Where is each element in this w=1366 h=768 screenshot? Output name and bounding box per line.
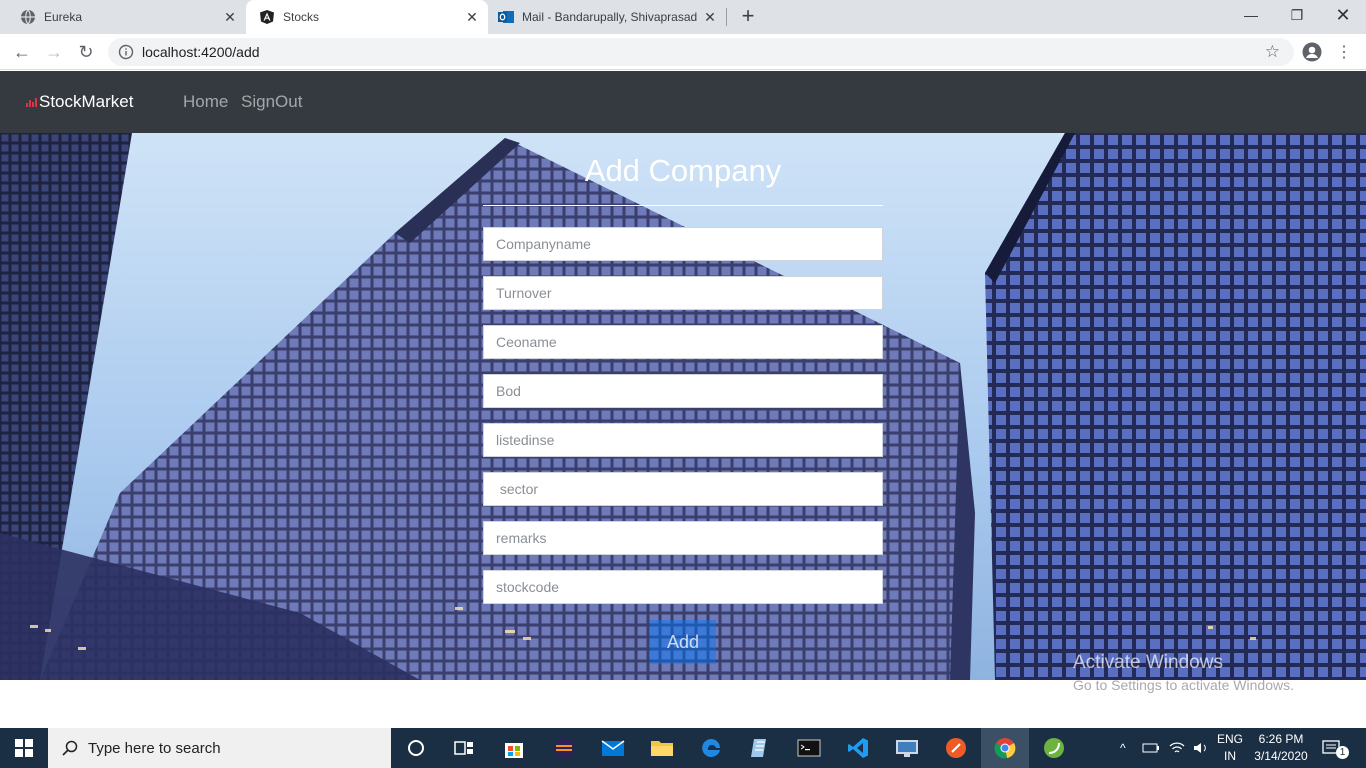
tab-separator bbox=[726, 8, 727, 26]
vscode-icon[interactable] bbox=[834, 728, 882, 768]
companyname-input[interactable] bbox=[483, 227, 883, 261]
region-code: IN bbox=[1224, 749, 1236, 763]
add-company-section: Add Company Add bbox=[0, 133, 1366, 680]
notepad-icon[interactable] bbox=[736, 728, 784, 768]
search-placeholder: Type here to search bbox=[88, 739, 221, 757]
start-button[interactable] bbox=[0, 728, 48, 768]
form-title: Add Company bbox=[584, 153, 782, 188]
windows-taskbar: Type here to search ^ ENG IN 6:26 PM 3/1… bbox=[0, 728, 1366, 768]
action-center-icon[interactable]: 1 bbox=[1322, 728, 1349, 768]
close-tab-icon[interactable]: ✕ bbox=[222, 9, 238, 25]
command-prompt-icon[interactable] bbox=[785, 728, 833, 768]
tab-mail[interactable]: Mail - Bandarupally, Shivaprasad ✕ bbox=[488, 0, 726, 34]
battery-icon[interactable] bbox=[1142, 728, 1160, 768]
bod-input[interactable] bbox=[483, 374, 883, 408]
postman-icon[interactable] bbox=[932, 728, 980, 768]
nav-home-link[interactable]: Home bbox=[183, 92, 228, 112]
file-explorer-icon[interactable] bbox=[638, 728, 686, 768]
clock-time: 6:26 PM bbox=[1258, 732, 1304, 746]
system-clock[interactable]: 6:26 PM 3/14/2020 bbox=[1246, 731, 1316, 765]
chrome-icon[interactable] bbox=[981, 728, 1029, 768]
url-text: localhost:4200/add bbox=[142, 44, 260, 60]
tab-title: Stocks bbox=[283, 10, 320, 24]
bar-chart-icon bbox=[26, 97, 38, 107]
browser-tab-strip: Eureka ✕ Stocks ✕ Mail - Bandarupally, S… bbox=[0, 0, 1366, 34]
input-language-indicator[interactable]: ENG IN bbox=[1212, 731, 1248, 765]
close-tab-icon[interactable]: ✕ bbox=[464, 9, 480, 25]
brand-link[interactable]: StockMarket bbox=[26, 92, 133, 112]
globe-icon bbox=[20, 9, 36, 25]
show-hidden-icons[interactable]: ^ bbox=[1120, 728, 1126, 768]
bookmark-star-icon[interactable]: ☆ bbox=[1265, 42, 1280, 62]
tab-title: Eureka bbox=[44, 10, 83, 24]
browser-toolbar: ← → ↻ localhost:4200/add ☆ ⋮ bbox=[0, 34, 1366, 70]
eclipse-icon[interactable] bbox=[540, 728, 588, 768]
address-bar[interactable]: localhost:4200/add ☆ bbox=[108, 38, 1294, 66]
spring-tool-suite-icon[interactable] bbox=[1030, 728, 1078, 768]
volume-icon[interactable] bbox=[1192, 728, 1210, 768]
clock-date: 3/14/2020 bbox=[1254, 749, 1308, 763]
tab-stocks[interactable]: Stocks ✕ bbox=[246, 0, 488, 34]
forward-icon[interactable]: → bbox=[42, 40, 66, 64]
tab-title: Mail - Bandarupally, Shivaprasad bbox=[522, 10, 698, 24]
outlook-icon bbox=[498, 9, 514, 25]
new-tab-button[interactable]: + bbox=[736, 5, 760, 29]
app-navbar: StockMarket Home SignOut bbox=[0, 71, 1366, 133]
back-icon[interactable]: ← bbox=[10, 40, 34, 64]
store-icon[interactable] bbox=[490, 728, 538, 768]
reload-icon[interactable]: ↻ bbox=[74, 40, 98, 64]
turnover-input[interactable] bbox=[483, 276, 883, 310]
notification-badge: 1 bbox=[1336, 746, 1349, 759]
minimize-icon[interactable]: — bbox=[1228, 0, 1274, 30]
windows-logo-icon bbox=[15, 739, 33, 757]
site-info-icon[interactable] bbox=[118, 44, 134, 60]
stockcode-input[interactable] bbox=[483, 570, 883, 604]
language-code: ENG bbox=[1216, 732, 1243, 746]
task-view-icon[interactable] bbox=[440, 728, 488, 768]
taskbar-search-box[interactable]: Type here to search bbox=[48, 728, 391, 768]
activation-watermark-subtitle: Go to Settings to activate Windows. bbox=[1073, 677, 1294, 693]
sector-input[interactable] bbox=[483, 472, 883, 506]
remote-desktop-icon[interactable] bbox=[883, 728, 931, 768]
wifi-icon[interactable] bbox=[1168, 728, 1186, 768]
nav-signout-link[interactable]: SignOut bbox=[241, 92, 302, 112]
title-divider bbox=[483, 205, 883, 206]
activation-watermark-title: Activate Windows bbox=[1073, 652, 1223, 673]
close-window-icon[interactable]: ✕ bbox=[1320, 0, 1366, 30]
cortana-icon[interactable] bbox=[392, 728, 440, 768]
profile-avatar-icon[interactable] bbox=[1300, 40, 1324, 64]
ceoname-input[interactable] bbox=[483, 325, 883, 359]
browser-menu-icon[interactable]: ⋮ bbox=[1332, 40, 1356, 64]
add-button[interactable]: Add bbox=[650, 620, 716, 664]
tab-eureka[interactable]: Eureka ✕ bbox=[0, 0, 246, 34]
edge-icon[interactable] bbox=[687, 728, 735, 768]
restore-icon[interactable]: ❐ bbox=[1274, 0, 1320, 30]
brand-text: StockMarket bbox=[39, 92, 134, 111]
close-tab-icon[interactable]: ✕ bbox=[702, 9, 718, 25]
remarks-input[interactable] bbox=[483, 521, 883, 555]
mail-icon[interactable] bbox=[589, 728, 637, 768]
listedinse-input[interactable] bbox=[483, 423, 883, 457]
search-icon bbox=[62, 740, 78, 756]
angular-icon bbox=[259, 9, 275, 25]
